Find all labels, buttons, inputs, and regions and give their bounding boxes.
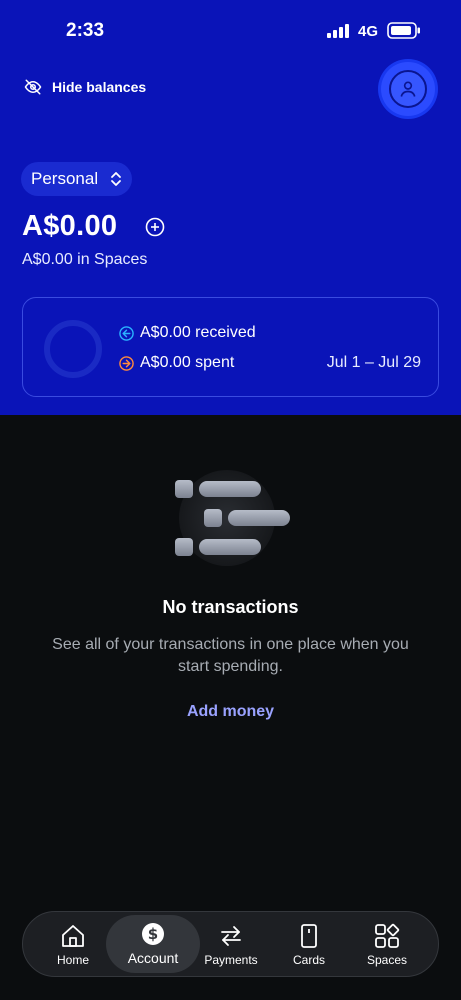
spent-row: A$0.00 spent <box>119 352 234 374</box>
account-selector-label: Personal <box>31 169 99 188</box>
chevron-up-down-icon <box>111 172 122 186</box>
add-circle-icon[interactable] <box>145 217 165 237</box>
tab-spaces[interactable]: Spaces <box>355 912 419 978</box>
hide-balances-button[interactable]: Hide balances <box>24 76 146 98</box>
tab-label-home: Home <box>56 953 89 967</box>
summary-period: Jul 1 – Jul 29 <box>326 354 421 371</box>
status-time: 2:33 <box>66 20 105 41</box>
tab-label-account: Account <box>127 950 179 966</box>
tab-account[interactable]: $ Account <box>106 915 200 973</box>
spaces-icon <box>375 923 400 948</box>
svg-text:$: $ <box>148 925 158 943</box>
account-balance: A$0.00 <box>22 210 118 242</box>
transactions-list-icon <box>175 470 290 566</box>
status-bar: 2:33 4G <box>0 0 461 62</box>
empty-state-title: No transactions <box>162 597 299 617</box>
arrow-in-icon <box>119 325 134 341</box>
tab-label-spaces: Spaces <box>366 953 408 967</box>
home-icon <box>62 925 84 947</box>
hide-balances-label: Hide balances <box>52 79 147 95</box>
signal-icon <box>327 24 349 38</box>
account-selector[interactable]: Personal <box>21 162 132 196</box>
tab-label-cards: Cards <box>292 953 325 967</box>
tab-cards[interactable]: Cards <box>277 912 341 978</box>
eye-off-icon <box>24 79 42 95</box>
received-row: A$0.00 received <box>119 322 256 344</box>
bottom-tab-bar: Home $ Account Payments Cards Spaces <box>22 911 439 977</box>
card-icon <box>301 924 317 948</box>
empty-state-description: See all of your transactions in one plac… <box>52 636 409 675</box>
add-money-link[interactable]: Add money <box>0 703 461 721</box>
transfer-icon <box>221 926 241 946</box>
spending-summary-card[interactable]: A$0.00 received A$0.00 spent Jul 1 – Jul… <box>22 297 439 397</box>
profile-avatar-button[interactable] <box>381 62 435 116</box>
spent-amount: A$0.00 spent <box>140 354 235 371</box>
arrow-out-icon <box>119 355 134 371</box>
dollar-icon: $ <box>142 923 164 945</box>
tab-home[interactable]: Home <box>37 912 109 978</box>
network-type: 4G <box>358 23 379 40</box>
tab-payments[interactable]: Payments <box>197 912 265 978</box>
person-icon <box>400 81 416 97</box>
received-amount: A$0.00 received <box>140 324 256 341</box>
battery-icon <box>387 22 420 39</box>
tab-label-payments: Payments <box>204 953 258 967</box>
spending-ring-chart <box>44 320 102 378</box>
spaces-balance: A$0.00 in Spaces <box>22 251 148 268</box>
